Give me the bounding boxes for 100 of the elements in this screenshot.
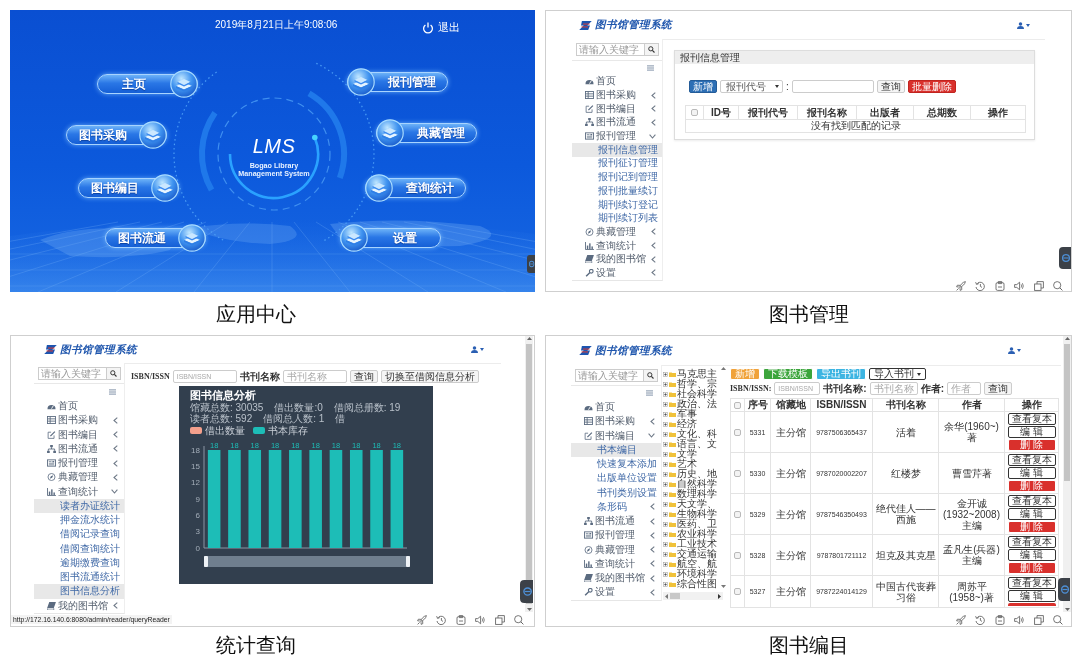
tree-node-label[interactable]: 军事 — [677, 409, 697, 419]
query-button[interactable]: 查询 — [349, 370, 378, 383]
search-field[interactable]: 请输入关键字 — [575, 369, 643, 382]
submenu-item[interactable]: 图书信息分析 — [34, 584, 124, 599]
expand-icon[interactable] — [663, 461, 668, 467]
title-field[interactable]: 书刊名称 — [282, 370, 347, 383]
search-button[interactable] — [643, 369, 658, 382]
title-field[interactable]: 书刊名称 — [869, 382, 918, 395]
clipboard-icon[interactable] — [994, 614, 1005, 625]
submenu-item[interactable]: 报刊批量续订 — [572, 184, 662, 198]
expand-icon[interactable] — [663, 551, 668, 557]
menu-item[interactable]: 首页 — [572, 74, 662, 89]
expand-icon[interactable] — [663, 391, 668, 397]
vertical-scrollbar[interactable] — [525, 336, 533, 612]
speaker-icon[interactable] — [1014, 280, 1024, 291]
search-field[interactable]: 请输入关键字 — [38, 367, 106, 380]
scroll-down-icon[interactable] — [1064, 608, 1070, 611]
expand-icon[interactable] — [663, 431, 668, 437]
submenu-item[interactable]: 借阅查询统计 — [34, 541, 124, 556]
submenu-item[interactable]: 快速复本添加 — [571, 457, 661, 472]
checkbox[interactable] — [734, 428, 741, 436]
menu-item[interactable]: 我的图书馆 — [571, 571, 661, 586]
action-button[interactable]: 编 辑 — [1007, 508, 1056, 520]
search-button[interactable] — [106, 367, 121, 380]
submenu-item[interactable]: 报刊记到管理 — [572, 170, 662, 184]
rocket-icon[interactable] — [955, 614, 966, 625]
search-icon[interactable] — [1053, 280, 1063, 291]
clipboard-icon[interactable] — [455, 614, 466, 625]
expand-icon[interactable] — [663, 371, 668, 377]
history-icon[interactable] — [436, 614, 446, 625]
submenu-item[interactable]: 出版单位设置 — [571, 471, 661, 486]
menu-item[interactable]: 图书编目 — [572, 101, 662, 116]
add-button[interactable]: 新增 — [689, 80, 717, 93]
tree-node-label[interactable]: 艺术 — [677, 459, 697, 469]
logout-button[interactable]: 退出 — [422, 21, 460, 34]
tree-node-label[interactable]: 政治、法 — [677, 399, 717, 409]
rocket-icon[interactable] — [416, 614, 427, 625]
menu-item[interactable]: 首页 — [571, 400, 661, 415]
module-button[interactable]: 图书编目 — [78, 174, 179, 202]
expand-icon[interactable] — [663, 441, 668, 447]
scrollbar-thumb[interactable] — [1064, 344, 1070, 481]
speaker-icon[interactable] — [1014, 614, 1024, 625]
menu-item[interactable]: 设置 — [571, 585, 661, 600]
scroll-left-icon[interactable] — [665, 593, 668, 599]
filter-select[interactable]: 报刊代号 — [720, 80, 783, 93]
tree-node-label[interactable]: 医药、卫 — [677, 519, 717, 529]
submenu-item[interactable]: 报刊征订管理 — [572, 156, 662, 171]
author-field[interactable]: 作者 — [947, 382, 982, 395]
expand-icon[interactable] — [663, 531, 668, 537]
tree-node-label[interactable]: 文学 — [677, 449, 697, 459]
submenu-item[interactable]: 期刊续订列表 — [572, 211, 662, 226]
menu-item[interactable]: 报刊管理 — [572, 129, 662, 143]
menu-item[interactable]: 查询统计 — [572, 238, 662, 253]
menu-item[interactable]: 典藏管理 — [571, 542, 661, 557]
scrollbar-thumb[interactable] — [670, 593, 680, 599]
tree-node-label[interactable]: 天文学、 — [677, 499, 717, 509]
legend-item[interactable]: 书本库存 — [253, 425, 308, 436]
horizontal-scrollbar[interactable] — [663, 592, 723, 600]
user-menu-button[interactable] — [1008, 347, 1021, 354]
action-button[interactable]: 查看复本 — [1007, 495, 1056, 507]
action-button[interactable]: 编 辑 — [1007, 426, 1056, 438]
copy-icon[interactable] — [1033, 614, 1044, 625]
tree-node-label[interactable]: 综合性图 — [677, 579, 717, 589]
expand-icon[interactable] — [663, 421, 668, 427]
submenu-item[interactable]: 条形码 — [571, 499, 661, 514]
module-button[interactable]: 报刊管理 — [347, 68, 448, 96]
delete-button[interactable]: 删 除 — [1007, 521, 1056, 533]
menu-item[interactable]: 图书采购 — [34, 413, 124, 428]
toolbar-button[interactable]: 导入书刊 — [869, 368, 926, 380]
expand-icon[interactable] — [663, 521, 668, 527]
delete-button[interactable]: 删 除 — [1007, 439, 1056, 451]
menu-item[interactable]: 图书流通 — [571, 514, 661, 529]
menu-item[interactable]: 图书采购 — [571, 414, 661, 429]
query-button[interactable]: 查询 — [876, 80, 905, 93]
expand-icon[interactable] — [663, 411, 668, 417]
module-button[interactable]: 典藏管理 — [376, 119, 477, 147]
expand-icon[interactable] — [663, 381, 668, 387]
range-slider[interactable] — [204, 556, 410, 567]
tree-node-label[interactable]: 文化、科 — [677, 429, 717, 439]
tree-node-label[interactable]: 数理科学 — [677, 489, 717, 499]
menu-item[interactable]: 图书编目 — [571, 428, 661, 443]
menu-item[interactable]: 查询统计 — [571, 556, 661, 571]
checkbox[interactable] — [691, 109, 698, 116]
batch-delete-button[interactable]: 批量删除 — [907, 80, 956, 93]
speaker-icon[interactable] — [475, 614, 485, 625]
menu-item[interactable]: 典藏管理 — [34, 470, 124, 485]
action-button[interactable]: 编 辑 — [1007, 467, 1056, 479]
rocket-icon[interactable] — [955, 280, 966, 291]
user-menu-button[interactable] — [1017, 21, 1030, 29]
expand-icon[interactable] — [663, 481, 668, 487]
expand-icon[interactable] — [663, 401, 668, 407]
history-icon[interactable] — [975, 614, 985, 625]
submenu-item[interactable]: 逾期缴费查询 — [34, 555, 124, 570]
scroll-up-icon[interactable] — [720, 367, 726, 370]
slider-handle[interactable] — [406, 556, 410, 567]
menu-item[interactable]: 图书流通 — [34, 441, 124, 456]
tree-node-label[interactable]: 生物科学 — [677, 509, 717, 519]
menu-item[interactable]: 报刊管理 — [34, 456, 124, 471]
scrollbar-thumb[interactable] — [526, 344, 532, 604]
submenu-item[interactable]: 书刊类别设置 — [571, 485, 661, 500]
